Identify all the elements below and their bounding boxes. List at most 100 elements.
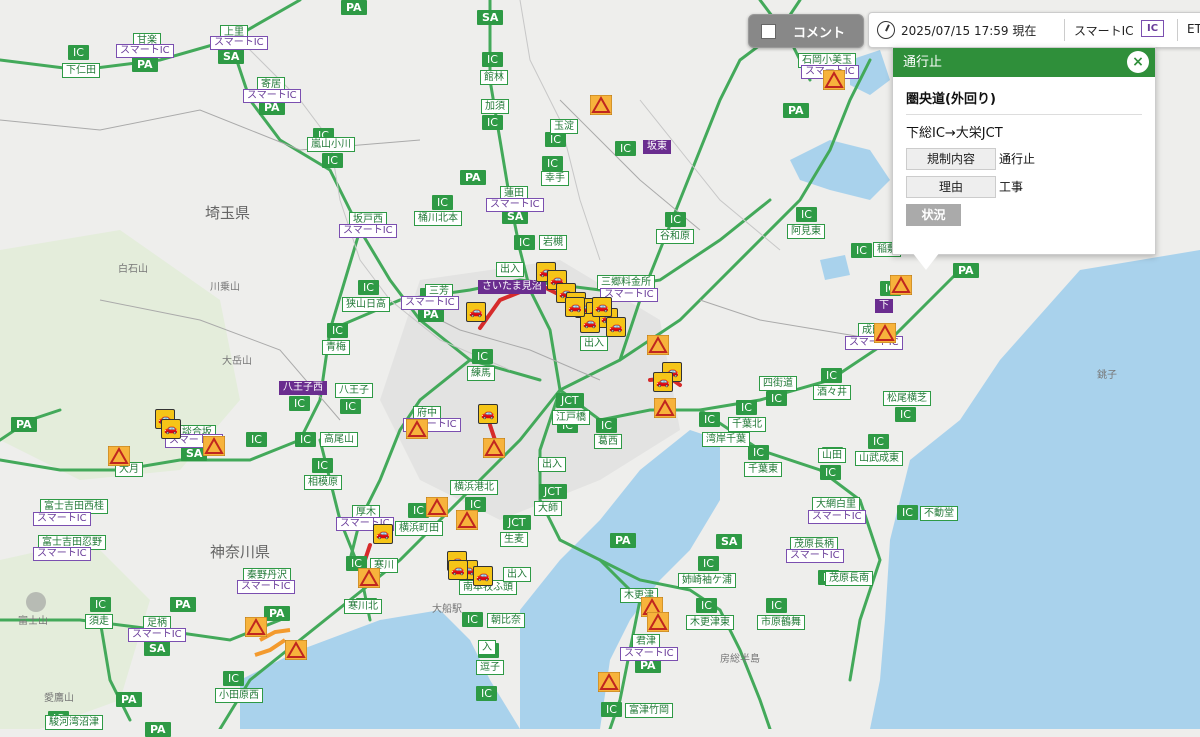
ic-name-label[interactable]: 相模原 <box>304 475 342 490</box>
ic-marker[interactable]: PA <box>116 692 142 707</box>
ic-marker[interactable]: IC <box>312 458 333 473</box>
ic-marker[interactable]: IC <box>322 153 343 168</box>
checkbox-icon[interactable] <box>761 24 776 39</box>
congestion-car-icon[interactable]: 🚗 <box>592 297 612 317</box>
ic-name-label[interactable]: 酒々井 <box>813 385 851 400</box>
ic-marker[interactable]: IC <box>295 432 316 447</box>
ic-marker[interactable]: IC <box>820 465 841 480</box>
ic-marker[interactable]: IC <box>868 434 889 449</box>
ic-name-label[interactable]: 青梅 <box>322 340 350 355</box>
ic-name-label[interactable]: 須走 <box>85 614 113 629</box>
ic-name-label[interactable]: 出入 <box>538 457 566 472</box>
ic-marker[interactable]: IC <box>542 156 563 171</box>
comment-toggle-button[interactable]: コメント <box>748 14 864 48</box>
ic-name-label[interactable]: 木更津東 <box>686 615 734 630</box>
ic-name-label[interactable]: 茂原長南 <box>825 571 873 586</box>
ic-name-label[interactable]: 松尾横芝 <box>883 391 931 406</box>
ic-marker[interactable]: IC <box>246 432 267 447</box>
ic-name-label[interactable]: 高尾山 <box>320 432 358 447</box>
ic-name-label[interactable]: 横浜港北 <box>450 480 498 495</box>
smart-ic-label[interactable]: スマートIC <box>786 549 844 563</box>
ic-name-label[interactable]: 富津竹岡 <box>625 703 673 718</box>
ic-marker[interactable]: IC <box>289 396 310 411</box>
ic-marker[interactable]: IC <box>514 235 535 250</box>
ic-marker[interactable]: IC <box>432 195 453 210</box>
ic-name-label[interactable]: 練馬 <box>467 366 495 381</box>
warning-icon[interactable] <box>358 568 380 588</box>
warning-icon[interactable] <box>406 419 428 439</box>
congestion-car-icon[interactable]: 🚗 <box>478 404 498 424</box>
ic-name-label[interactable]: 阿見東 <box>787 224 825 239</box>
ic-name-label[interactable]: 逗子 <box>476 660 504 675</box>
ic-marker[interactable]: PA <box>145 722 171 737</box>
congestion-car-icon[interactable]: 🚗 <box>373 524 393 544</box>
ic-name-label[interactable]: 館林 <box>480 70 508 85</box>
ic-marker[interactable]: IC <box>897 505 918 520</box>
ic-marker[interactable]: JCT <box>503 515 531 530</box>
ic-marker[interactable]: IC <box>821 368 842 383</box>
ic-name-label[interactable]: 大師 <box>534 501 562 516</box>
warning-icon[interactable] <box>456 510 478 530</box>
ic-marker[interactable]: SA <box>477 10 504 25</box>
ic-name-label[interactable]: 生麦 <box>500 532 528 547</box>
congestion-car-icon[interactable]: 🚗 <box>161 419 181 439</box>
ic-name-label[interactable]: 出入 <box>503 567 531 582</box>
ic-marker[interactable]: IC <box>462 612 483 627</box>
smart-ic-label[interactable]: スマートIC <box>237 580 295 594</box>
ic-marker[interactable]: PA <box>341 0 367 15</box>
ic-name-label[interactable]: 加須 <box>481 99 509 114</box>
ic-marker[interactable]: IC <box>766 598 787 613</box>
junction-label[interactable]: さいたま見沼 <box>478 280 546 294</box>
warning-icon[interactable] <box>598 672 620 692</box>
ic-marker[interactable]: IC <box>851 243 872 258</box>
ic-name-label[interactable]: 小田原西 <box>215 688 263 703</box>
ic-marker[interactable]: IC <box>665 212 686 227</box>
ic-name-label[interactable]: 桶川北本 <box>414 211 462 226</box>
ic-name-label[interactable]: 入 <box>478 640 496 655</box>
warning-icon[interactable] <box>483 438 505 458</box>
ic-name-label[interactable]: 横浜町田 <box>395 521 443 536</box>
ic-marker[interactable]: JCT <box>539 484 567 499</box>
ic-marker[interactable]: PA <box>132 57 158 72</box>
ic-name-label[interactable]: 市原鶴舞 <box>757 615 805 630</box>
ic-marker[interactable]: IC <box>796 207 817 222</box>
ic-name-label[interactable]: 姉崎袖ケ浦 <box>678 573 736 588</box>
ic-marker[interactable]: IC <box>895 407 916 422</box>
status-button[interactable]: 状況 <box>906 204 961 226</box>
ic-marker[interactable]: PA <box>264 606 290 621</box>
warning-icon[interactable] <box>647 612 669 632</box>
smart-ic-label[interactable]: スマートIC <box>128 628 186 642</box>
congestion-car-icon[interactable]: 🚗 <box>565 297 585 317</box>
warning-icon[interactable] <box>426 497 448 517</box>
warning-icon[interactable] <box>590 95 612 115</box>
congestion-car-icon[interactable]: 🚗 <box>606 317 626 337</box>
warning-icon[interactable] <box>654 398 676 418</box>
ic-name-label[interactable]: 山武成東 <box>855 451 903 466</box>
ic-marker[interactable]: SA <box>716 534 743 549</box>
junction-label[interactable]: 八王子西 <box>279 381 327 395</box>
ic-marker[interactable]: IC <box>766 391 787 406</box>
warning-icon[interactable] <box>874 323 896 343</box>
ic-marker[interactable]: IC <box>68 45 89 60</box>
ic-marker[interactable]: IC <box>699 412 720 427</box>
ic-marker[interactable]: IC <box>340 399 361 414</box>
ic-marker[interactable]: PA <box>953 263 979 278</box>
ic-name-label[interactable]: 出入 <box>580 336 608 351</box>
ic-marker[interactable]: IC <box>476 686 497 701</box>
ic-name-label[interactable]: 狭山日高 <box>342 297 390 312</box>
ic-marker[interactable]: SA <box>218 49 245 64</box>
ic-marker[interactable]: IC <box>736 400 757 415</box>
ic-marker[interactable]: IC <box>698 556 719 571</box>
ic-name-label[interactable]: 寒川北 <box>344 599 382 614</box>
warning-icon[interactable] <box>890 275 912 295</box>
smart-ic-label[interactable]: スマートIC <box>808 510 866 524</box>
ic-name-label[interactable]: 谷和原 <box>656 229 694 244</box>
ic-marker[interactable]: IC <box>545 132 566 147</box>
ic-marker[interactable]: IC <box>482 52 503 67</box>
congestion-car-icon[interactable]: 🚗 <box>448 560 468 580</box>
smart-ic-label[interactable]: スマートIC <box>33 547 91 561</box>
junction-label[interactable]: 下 <box>875 299 893 313</box>
ic-marker[interactable]: IC <box>601 702 622 717</box>
ic-marker[interactable]: IC <box>596 418 617 433</box>
warning-icon[interactable] <box>245 617 267 637</box>
